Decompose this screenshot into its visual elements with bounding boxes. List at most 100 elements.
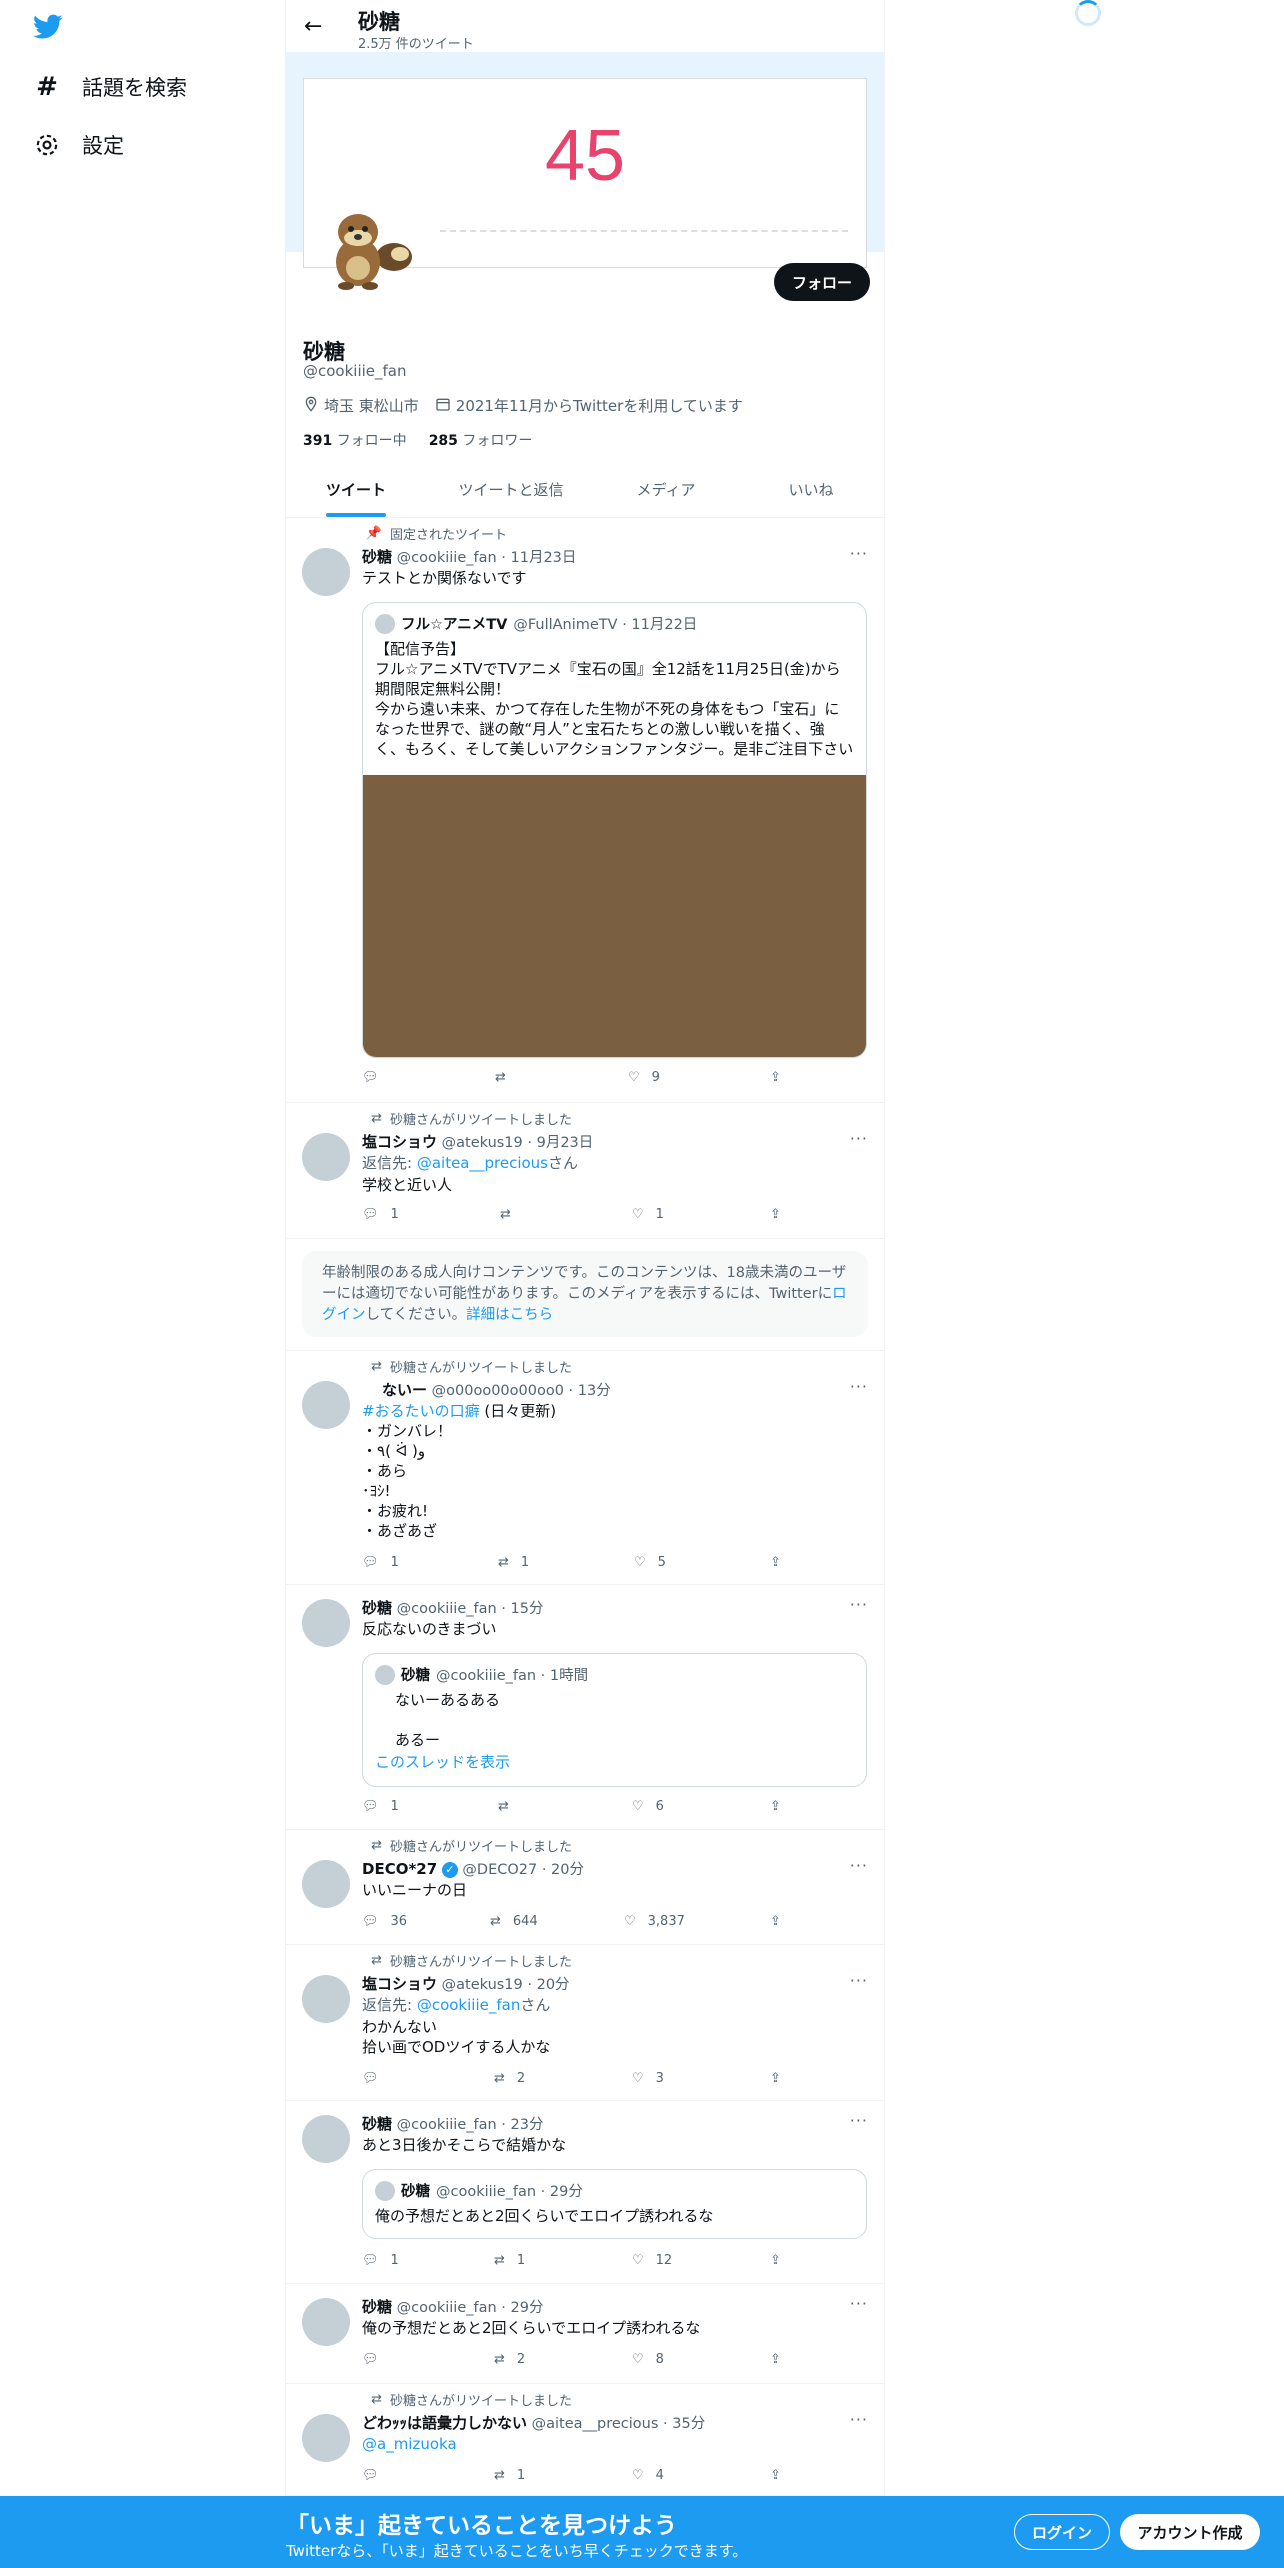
reply-button[interactable]: 💬︎ (362, 2071, 391, 2086)
twitter-logo-icon[interactable] (33, 14, 63, 44)
retweet-button[interactable]: ⇄ (500, 1207, 523, 1222)
share-button[interactable]: ⇪ (770, 1914, 781, 1929)
heart-icon: ♡ (624, 1914, 636, 1929)
mention-link[interactable]: @a_mizuoka (362, 2434, 457, 2454)
tweet-author[interactable]: ないー @o00oo00o00oo0 · 13分 (382, 1379, 611, 1400)
tweet[interactable]: 📌 固定されたツイート 砂糖 @cookiiie_fan · 11月23日 ···… (286, 518, 884, 1103)
tab-likes[interactable]: いいね (736, 468, 886, 517)
more-icon[interactable]: ··· (850, 1595, 868, 1614)
tweet[interactable]: ⇄ 砂糖さんがリツイートしました 塩コショウ @atekus19 · 9月23日 … (286, 1103, 884, 1239)
signup-button[interactable]: アカウント作成 (1120, 2514, 1260, 2550)
share-button[interactable]: ⇪ (770, 2071, 781, 2086)
tweet-author[interactable]: 砂糖 @cookiiie_fan · 23分 (362, 2113, 543, 2134)
reply-button[interactable]: 💬︎ 1 (362, 2253, 399, 2268)
reply-button[interactable]: 💬︎ 1 (362, 1207, 399, 1222)
more-icon[interactable]: ··· (850, 544, 868, 563)
avatar[interactable] (302, 1599, 350, 1647)
like-button[interactable]: ♡ 9 (628, 1070, 660, 1085)
quoted-tweet[interactable]: 砂糖 @cookiiie_fan · 29分 俺の予想だとあと2回くらいでエロイプ… (362, 2169, 867, 2239)
more-icon[interactable]: ··· (850, 1971, 868, 1990)
tweet-author[interactable]: 塩コショウ @atekus19 · 20分 (362, 1973, 570, 1994)
retweet-button[interactable]: ⇄ 644 (490, 1914, 538, 1929)
like-button[interactable]: ♡ 8 (632, 2352, 664, 2367)
share-button[interactable]: ⇪ (770, 1799, 781, 1814)
mention-link[interactable]: @aitea__precious (417, 1154, 548, 1172)
avatar[interactable] (302, 548, 350, 596)
following-link[interactable]: 391 フォロー中 (303, 430, 407, 450)
avatar[interactable] (302, 2115, 350, 2163)
reply-button[interactable]: 💬︎ 1 (362, 1799, 399, 1814)
like-button[interactable]: ♡ 3 (632, 2071, 664, 2086)
avatar[interactable] (302, 2298, 350, 2346)
tweet[interactable]: ⇄ 砂糖さんがリツイートしました ないー @o00oo00o00oo0 · 13分… (286, 1351, 884, 1585)
tweet[interactable]: 砂糖 @cookiiie_fan · 15分 ··· 反応ないのきまづい 砂糖 @… (286, 1585, 884, 1830)
tab-media[interactable]: メディア (596, 468, 736, 517)
followers-link[interactable]: 285 フォロワー (429, 430, 533, 450)
tweet-author[interactable]: 砂糖 @cookiiie_fan · 11月23日 (362, 546, 576, 567)
tweet[interactable]: ⇄ 砂糖さんがリツイートしました DECO*27 ✓ @DECO27 · 20分 … (286, 1830, 884, 1945)
share-button[interactable]: ⇪ (770, 2468, 781, 2483)
share-button[interactable]: ⇪ (770, 2253, 781, 2268)
tweet[interactable]: 砂糖 @cookiiie_fan · 29分 ··· 俺の予想だとあと2回くらい… (286, 2284, 884, 2384)
tweet-author[interactable]: 砂糖 @cookiiie_fan · 15分 (362, 1597, 543, 1618)
tweet-context: ⇄ 砂糖さんがリツイートしました (362, 1836, 572, 1855)
retweet-button[interactable]: ⇄ 1 (498, 1555, 529, 1570)
tab-tweets[interactable]: ツイート (286, 468, 426, 517)
avatar[interactable] (302, 1381, 350, 1429)
back-arrow-icon[interactable]: ← (304, 14, 322, 39)
tweet-author[interactable]: 砂糖 @cookiiie_fan · 29分 (362, 2296, 543, 2317)
like-button[interactable]: ♡ 1 (632, 1207, 664, 1222)
like-button[interactable]: ♡ 12 (632, 2253, 672, 2268)
like-button[interactable]: ♡ 6 (632, 1799, 664, 1814)
retweet-button[interactable]: ⇄ (498, 1799, 521, 1814)
retweet-button[interactable]: ⇄ 1 (494, 2253, 525, 2268)
login-button[interactable]: ログイン (1014, 2514, 1110, 2550)
more-icon[interactable]: ··· (850, 2410, 868, 2429)
reply-button[interactable]: 💬︎ 1 (362, 1555, 399, 1570)
tweet[interactable]: ⇄ 砂糖さんがリツイートしました 塩コショウ @atekus19 · 20分 ··… (286, 1945, 884, 2101)
like-button[interactable]: ♡ 3,837 (624, 1914, 685, 1929)
avatar[interactable] (302, 1133, 350, 1181)
quoted-tweet[interactable]: 砂糖 @cookiiie_fan · 1時間 ないーあるある あるー このスレッド… (362, 1653, 867, 1787)
retweet-button[interactable]: ⇄ 2 (494, 2352, 525, 2367)
learn-more-link[interactable]: 詳細はこちら (466, 1307, 553, 1323)
heart-icon: ♡ (632, 2071, 644, 2086)
avatar[interactable] (302, 1975, 350, 2023)
share-button[interactable]: ⇪ (770, 1207, 781, 1222)
more-icon[interactable]: ··· (850, 1377, 868, 1396)
show-thread-link[interactable]: このスレッドを表示 (375, 1752, 854, 1772)
tweet[interactable]: ⇄ 砂糖さんがリツイートしました どわｯｯは語彙力しかない @aitea__pre… (286, 2384, 884, 2496)
share-button[interactable]: ⇪ (770, 2352, 781, 2367)
avatar[interactable] (302, 2414, 350, 2462)
retweet-button[interactable]: ⇄ (495, 1070, 518, 1085)
nav-settings[interactable]: 設定 (34, 130, 124, 160)
share-button[interactable]: ⇪ (770, 1070, 781, 1085)
profile-avatar[interactable] (316, 202, 416, 292)
more-icon[interactable]: ··· (850, 1856, 868, 1875)
avatar[interactable] (302, 1860, 350, 1908)
more-icon[interactable]: ··· (850, 1129, 868, 1148)
reply-button[interactable]: 💬︎ (362, 1070, 391, 1085)
mention-link[interactable]: @cookiiie_fan (417, 1996, 521, 2014)
retweet-button[interactable]: ⇄ 2 (494, 2071, 525, 2086)
profile-location: 埼玉 東松山市 (324, 397, 419, 415)
tweet-author[interactable]: DECO*27 ✓ @DECO27 · 20分 (362, 1858, 584, 1879)
reply-button[interactable]: 💬︎ 36 (362, 1914, 407, 1929)
tweet-author[interactable]: 塩コショウ @atekus19 · 9月23日 (362, 1131, 593, 1152)
reply-button[interactable]: 💬︎ (362, 2352, 391, 2367)
more-icon[interactable]: ··· (850, 2294, 868, 2313)
hashtag-link[interactable]: #おるたいの口癖 (362, 1402, 480, 1420)
share-button[interactable]: ⇪ (770, 1555, 781, 1570)
retweet-button[interactable]: ⇄ 1 (494, 2468, 525, 2483)
more-icon[interactable]: ··· (850, 2111, 868, 2130)
tweet[interactable]: 砂糖 @cookiiie_fan · 23分 ··· あと3日後かそこらで結婚か… (286, 2101, 884, 2284)
follow-button[interactable]: フォロー (774, 263, 870, 301)
tab-tweets-and-replies[interactable]: ツイートと返信 (426, 468, 596, 517)
like-button[interactable]: ♡ 5 (634, 1555, 666, 1570)
tweet-author[interactable]: どわｯｯは語彙力しかない @aitea__precious · 35分 (362, 2412, 705, 2433)
quoted-tweet[interactable]: フル☆アニメTV @FullAnimeTV · 11月22日 【配信予告】 フル☆… (362, 602, 867, 1058)
nav-explore[interactable]: # 話題を検索 (34, 72, 187, 102)
like-button[interactable]: ♡ 4 (632, 2468, 664, 2483)
quoted-media[interactable] (363, 775, 866, 1057)
reply-button[interactable]: 💬︎ (362, 2468, 391, 2483)
